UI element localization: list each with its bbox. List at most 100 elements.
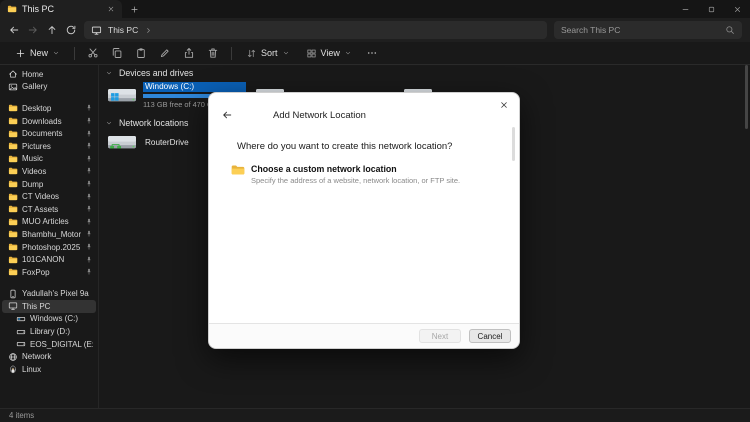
section-devices-and-drives[interactable]: Devices and drives xyxy=(105,66,750,80)
sidebar-item-label: Network xyxy=(22,352,52,362)
sidebar-item-gallery[interactable]: Gallery xyxy=(2,81,96,94)
window-close-button[interactable] xyxy=(724,0,750,18)
sidebar-item-eos-digital-e[interactable]: EOS_DIGITAL (E:) xyxy=(2,338,96,351)
rename-button[interactable] xyxy=(154,44,176,63)
paste-button[interactable] xyxy=(130,44,152,63)
titlebar: This PC xyxy=(0,0,750,18)
dialog-back-icon[interactable] xyxy=(221,109,233,121)
sidebar-item-music[interactable]: Music xyxy=(2,153,96,166)
sidebar-item-network[interactable]: Network xyxy=(2,350,96,363)
sort-button[interactable]: Sort xyxy=(239,44,297,63)
copy-button[interactable] xyxy=(106,44,128,63)
item-name: Windows (C:) xyxy=(143,82,246,92)
search-input[interactable] xyxy=(561,25,721,35)
folder-icon xyxy=(8,192,18,202)
search-icon xyxy=(725,25,735,35)
windows-drive-icon xyxy=(16,314,26,324)
pin-icon xyxy=(85,130,93,138)
tab-close-icon[interactable] xyxy=(107,5,115,13)
sidebar-item-label: CT Assets xyxy=(22,204,59,214)
pin-icon xyxy=(85,243,93,251)
sidebar-item-muo-articles[interactable]: MUO Articles xyxy=(2,216,96,229)
sidebar-item-home[interactable]: Home xyxy=(2,68,96,81)
dialog-title: Add Network Location xyxy=(273,109,366,121)
sidebar-item-101canon[interactable]: 101CANON xyxy=(2,253,96,266)
folder-icon xyxy=(8,242,18,252)
section-title: Devices and drives xyxy=(119,68,194,78)
new-tab-button[interactable] xyxy=(122,0,146,18)
this-pc-icon xyxy=(8,301,18,311)
pin-icon xyxy=(85,117,93,125)
folder-icon xyxy=(8,154,18,164)
new-button[interactable]: New xyxy=(8,44,67,63)
sidebar-item-label: CT Videos xyxy=(22,192,60,202)
sidebar-item-label: EOS_DIGITAL (E:) xyxy=(30,339,93,349)
network-icon xyxy=(8,352,18,362)
sidebar-item-label: Yadullah's Pixel 9a xyxy=(22,289,89,299)
search-box[interactable] xyxy=(554,21,742,39)
view-button[interactable]: View xyxy=(299,44,359,63)
sidebar-item-ct-assets[interactable]: CT Assets xyxy=(2,203,96,216)
option-title: Choose a custom network location xyxy=(251,164,397,174)
next-button[interactable]: Next xyxy=(419,329,461,343)
more-options-button[interactable] xyxy=(361,44,383,63)
tab-title: This PC xyxy=(22,4,55,14)
sort-button-label: Sort xyxy=(261,48,278,58)
folder-icon xyxy=(8,229,18,239)
dialog-scrollbar[interactable] xyxy=(512,127,515,161)
sidebar-item-label: Photoshop.2025 xyxy=(22,242,81,252)
dialog-close-icon[interactable] xyxy=(499,100,509,110)
sidebar-item-label: Desktop xyxy=(22,103,52,113)
item-count: 4 items xyxy=(9,411,35,420)
sidebar-item-desktop[interactable]: Desktop xyxy=(2,102,96,115)
sidebar-item-documents[interactable]: Documents xyxy=(2,127,96,140)
sidebar-item-ct-videos[interactable]: CT Videos xyxy=(2,190,96,203)
sidebar-item-label: Windows (C:) xyxy=(30,314,79,324)
tab-this-pc[interactable]: This PC xyxy=(0,0,122,18)
share-button[interactable] xyxy=(178,44,200,63)
sidebar-item-photoshop-2025[interactable]: Photoshop.2025 xyxy=(2,241,96,254)
toolbar-divider xyxy=(74,46,76,60)
minimize-button[interactable] xyxy=(672,0,698,18)
pin-icon xyxy=(85,218,93,226)
scrollbar-thumb[interactable] xyxy=(745,65,748,129)
up-button[interactable] xyxy=(46,24,58,36)
folder-icon xyxy=(8,103,18,113)
sidebar-item-linux[interactable]: Linux xyxy=(2,363,96,376)
scrollbar[interactable] xyxy=(745,65,748,408)
chevron-down-icon xyxy=(105,119,113,127)
chevron-right-icon[interactable] xyxy=(144,26,153,35)
custom-network-location-option[interactable]: Choose a custom network location Specify… xyxy=(231,164,507,185)
sidebar-item-label: Library (D:) xyxy=(30,327,71,337)
folder-icon xyxy=(8,267,18,277)
sidebar-item-foxpop[interactable]: FoxPop xyxy=(2,266,96,279)
folder-icon xyxy=(8,179,18,189)
sidebar-item-bhambhu-motorsport[interactable]: Bhambhu_Motorsport xyxy=(2,228,96,241)
sidebar-item-pictures[interactable]: Pictures xyxy=(2,140,96,153)
navigation-sidebar: Home Gallery Desktop Downloads Documents Pict… xyxy=(0,65,99,408)
sidebar-item-dump[interactable]: Dump xyxy=(2,178,96,191)
phone-icon xyxy=(8,289,18,299)
pin-icon xyxy=(85,268,93,276)
folder-icon xyxy=(8,129,18,139)
breadcrumb[interactable]: This PC xyxy=(84,21,547,39)
back-button[interactable] xyxy=(8,24,20,36)
folder-icon xyxy=(8,204,18,214)
cancel-button[interactable]: Cancel xyxy=(469,329,511,343)
sidebar-item-label: Downloads xyxy=(22,116,62,126)
sidebar-item-downloads[interactable]: Downloads xyxy=(2,115,96,128)
cut-button[interactable] xyxy=(82,44,104,63)
view-icon xyxy=(306,48,317,59)
sidebar-item-windows-c[interactable]: Windows (C:) xyxy=(2,313,96,326)
sidebar-item-yadullah-s-pixel-9a[interactable]: Yadullah's Pixel 9a xyxy=(2,288,96,301)
forward-button[interactable] xyxy=(27,24,39,36)
refresh-button[interactable] xyxy=(65,24,77,36)
sidebar-item-videos[interactable]: Videos xyxy=(2,165,96,178)
sidebar-item-library-d[interactable]: Library (D:) xyxy=(2,325,96,338)
sidebar-item-label: Music xyxy=(22,154,43,164)
dialog-header: Add Network Location xyxy=(209,93,519,121)
sidebar-item-this-pc[interactable]: This PC xyxy=(2,300,96,313)
breadcrumb-item-this-pc[interactable]: This PC xyxy=(108,25,138,35)
delete-button[interactable] xyxy=(202,44,224,63)
maximize-button[interactable] xyxy=(698,0,724,18)
